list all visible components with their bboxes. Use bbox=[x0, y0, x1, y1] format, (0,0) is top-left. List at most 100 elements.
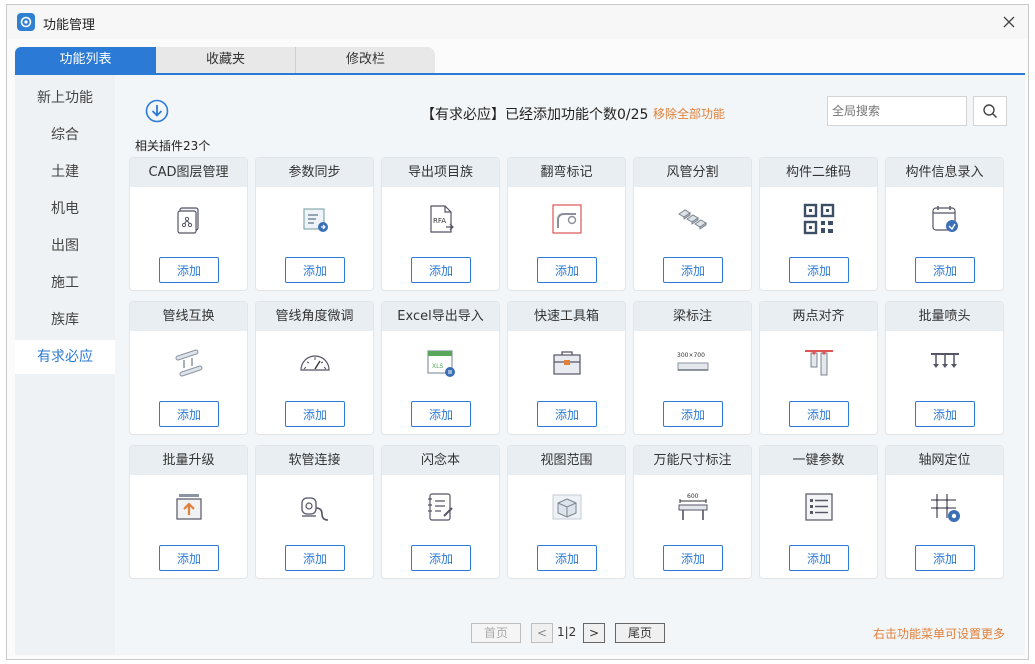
param-sync-icon bbox=[298, 202, 332, 236]
duct-split-icon bbox=[676, 202, 710, 236]
app-logo-icon bbox=[17, 13, 35, 31]
plugin-card-title: 管线互换 bbox=[130, 302, 247, 331]
cad-layer-icon bbox=[172, 202, 206, 236]
sidebar-item-drawing[interactable]: 出图 bbox=[15, 229, 115, 263]
add-button[interactable]: 添加 bbox=[411, 545, 471, 571]
bend-mark-icon bbox=[550, 202, 584, 236]
plugin-card-title: 翻弯标记 bbox=[508, 158, 625, 187]
add-button[interactable]: 添加 bbox=[915, 545, 975, 571]
add-button[interactable]: 添加 bbox=[159, 401, 219, 427]
close-button[interactable] bbox=[998, 11, 1020, 33]
info-entry-icon bbox=[928, 202, 962, 236]
param-list-icon bbox=[802, 490, 836, 524]
plugin-card-title: 构件二维码 bbox=[760, 158, 877, 187]
plugin-card: 两点对齐 添加 bbox=[759, 301, 878, 435]
plugin-card: 闪念本 添加 bbox=[381, 445, 500, 579]
plugin-card: 导出项目族 RFA 添加 bbox=[381, 157, 500, 291]
plugin-card: 轴网定位 添加 bbox=[885, 445, 1004, 579]
plugin-card-title: 闪念本 bbox=[382, 446, 499, 475]
plugin-card-title: 梁标注 bbox=[634, 302, 751, 331]
plugin-card-title: 两点对齐 bbox=[760, 302, 877, 331]
add-button[interactable]: 添加 bbox=[789, 401, 849, 427]
plugin-card: 视图范围 添加 bbox=[507, 445, 626, 579]
search-icon bbox=[983, 104, 998, 119]
plugin-card-title: CAD图层管理 bbox=[130, 158, 247, 187]
view-range-icon bbox=[550, 490, 584, 524]
add-button[interactable]: 添加 bbox=[789, 257, 849, 283]
rfa-label: RFA bbox=[433, 217, 446, 225]
add-button[interactable]: 添加 bbox=[285, 545, 345, 571]
hose-connect-icon bbox=[298, 490, 332, 524]
add-button[interactable]: 添加 bbox=[663, 401, 723, 427]
add-button[interactable]: 添加 bbox=[537, 401, 597, 427]
sidebar-item-mep[interactable]: 机电 bbox=[15, 192, 115, 226]
rfa-export-icon: RFA bbox=[424, 202, 458, 236]
plugin-card-title: 一键参数 bbox=[760, 446, 877, 475]
plugin-card: 风管分割 添加 bbox=[633, 157, 752, 291]
plugin-card: Excel导出导入 XLS 添加 bbox=[381, 301, 500, 435]
prev-page-button[interactable]: < bbox=[531, 623, 553, 643]
add-button[interactable]: 添加 bbox=[159, 545, 219, 571]
sprinkler-icon bbox=[928, 346, 962, 380]
plugin-card: 快速工具箱 添加 bbox=[507, 301, 626, 435]
add-button[interactable]: 添加 bbox=[915, 257, 975, 283]
xls-label: XLS bbox=[432, 363, 443, 370]
add-button[interactable]: 添加 bbox=[915, 401, 975, 427]
remove-all-link[interactable]: 移除全部功能 bbox=[653, 105, 725, 122]
plugin-card: 管线互换 添加 bbox=[129, 301, 248, 435]
toolbox-icon bbox=[550, 346, 584, 380]
tab-function-list[interactable]: 功能列表 bbox=[15, 47, 156, 73]
plugin-grid: CAD图层管理 添加 参数同步 添加 导出项目族 RFA 添加 翻弯标记 添加 … bbox=[129, 157, 1009, 587]
tab-bar: 功能列表 收藏夹 修改栏 bbox=[15, 47, 435, 73]
right-click-hint: 右击功能菜单可设置更多 bbox=[873, 627, 1006, 641]
sidebar-item-new[interactable]: 新上功能 bbox=[15, 81, 115, 115]
dimension-value-label: 600 bbox=[687, 493, 699, 500]
notebook-icon bbox=[424, 490, 458, 524]
excel-xls-icon: XLS bbox=[424, 346, 458, 380]
plugin-card-title: 风管分割 bbox=[634, 158, 751, 187]
plugin-card: 参数同步 添加 bbox=[255, 157, 374, 291]
search-button[interactable] bbox=[973, 96, 1007, 126]
add-button[interactable]: 添加 bbox=[159, 257, 219, 283]
tab-favorites[interactable]: 收藏夹 bbox=[156, 47, 296, 73]
add-button[interactable]: 添加 bbox=[411, 401, 471, 427]
plugin-card-title: 构件信息录入 bbox=[886, 158, 1003, 187]
add-button[interactable]: 添加 bbox=[663, 257, 723, 283]
add-button[interactable]: 添加 bbox=[285, 401, 345, 427]
add-button[interactable]: 添加 bbox=[285, 257, 345, 283]
first-page-button[interactable]: 首页 bbox=[471, 623, 521, 643]
plugin-card-title: 管线角度微调 bbox=[256, 302, 373, 331]
next-page-button[interactable]: > bbox=[583, 623, 605, 643]
plugin-card-title: Excel导出导入 bbox=[382, 302, 499, 331]
sidebar-item-general[interactable]: 综合 bbox=[15, 118, 115, 152]
dimension-icon: 600 bbox=[676, 490, 710, 524]
add-button[interactable]: 添加 bbox=[789, 545, 849, 571]
sidebar-item-on-demand[interactable]: 有求必应 bbox=[15, 340, 115, 374]
sidebar-item-family-library[interactable]: 族库 bbox=[15, 303, 115, 337]
add-button[interactable]: 添加 bbox=[663, 545, 723, 571]
function-manager-window: 功能管理 功能列表 收藏夹 修改栏 新上功能 综合 土建 机电 出图 施工 族库… bbox=[6, 4, 1029, 660]
page-indicator: 1|2 bbox=[557, 625, 577, 639]
last-page-button[interactable]: 尾页 bbox=[615, 623, 665, 643]
upgrade-icon bbox=[172, 490, 206, 524]
plugin-card: 一键参数 添加 bbox=[759, 445, 878, 579]
download-circle-icon[interactable] bbox=[145, 99, 169, 123]
add-button[interactable]: 添加 bbox=[537, 257, 597, 283]
plugin-card: 管线角度微调 添加 bbox=[255, 301, 374, 435]
tab-modify-bar[interactable]: 修改栏 bbox=[296, 47, 435, 73]
plugin-card-title: 视图范围 bbox=[508, 446, 625, 475]
plugin-card: 梁标注 300×700 添加 bbox=[633, 301, 752, 435]
plugin-card-title: 批量喷头 bbox=[886, 302, 1003, 331]
plugin-card-title: 万能尺寸标注 bbox=[634, 446, 751, 475]
window-title: 功能管理 bbox=[43, 18, 96, 33]
plugin-card: 构件二维码 添加 bbox=[759, 157, 878, 291]
close-icon bbox=[1003, 16, 1015, 28]
plugin-card: 构件信息录入 添加 bbox=[885, 157, 1004, 291]
add-button[interactable]: 添加 bbox=[537, 545, 597, 571]
qr-code-icon bbox=[802, 202, 836, 236]
sidebar-item-construction[interactable]: 施工 bbox=[15, 266, 115, 300]
sidebar-item-civil[interactable]: 土建 bbox=[15, 155, 115, 189]
beam-size-label: 300×700 bbox=[677, 352, 705, 359]
global-search-input[interactable] bbox=[827, 96, 967, 126]
add-button[interactable]: 添加 bbox=[411, 257, 471, 283]
